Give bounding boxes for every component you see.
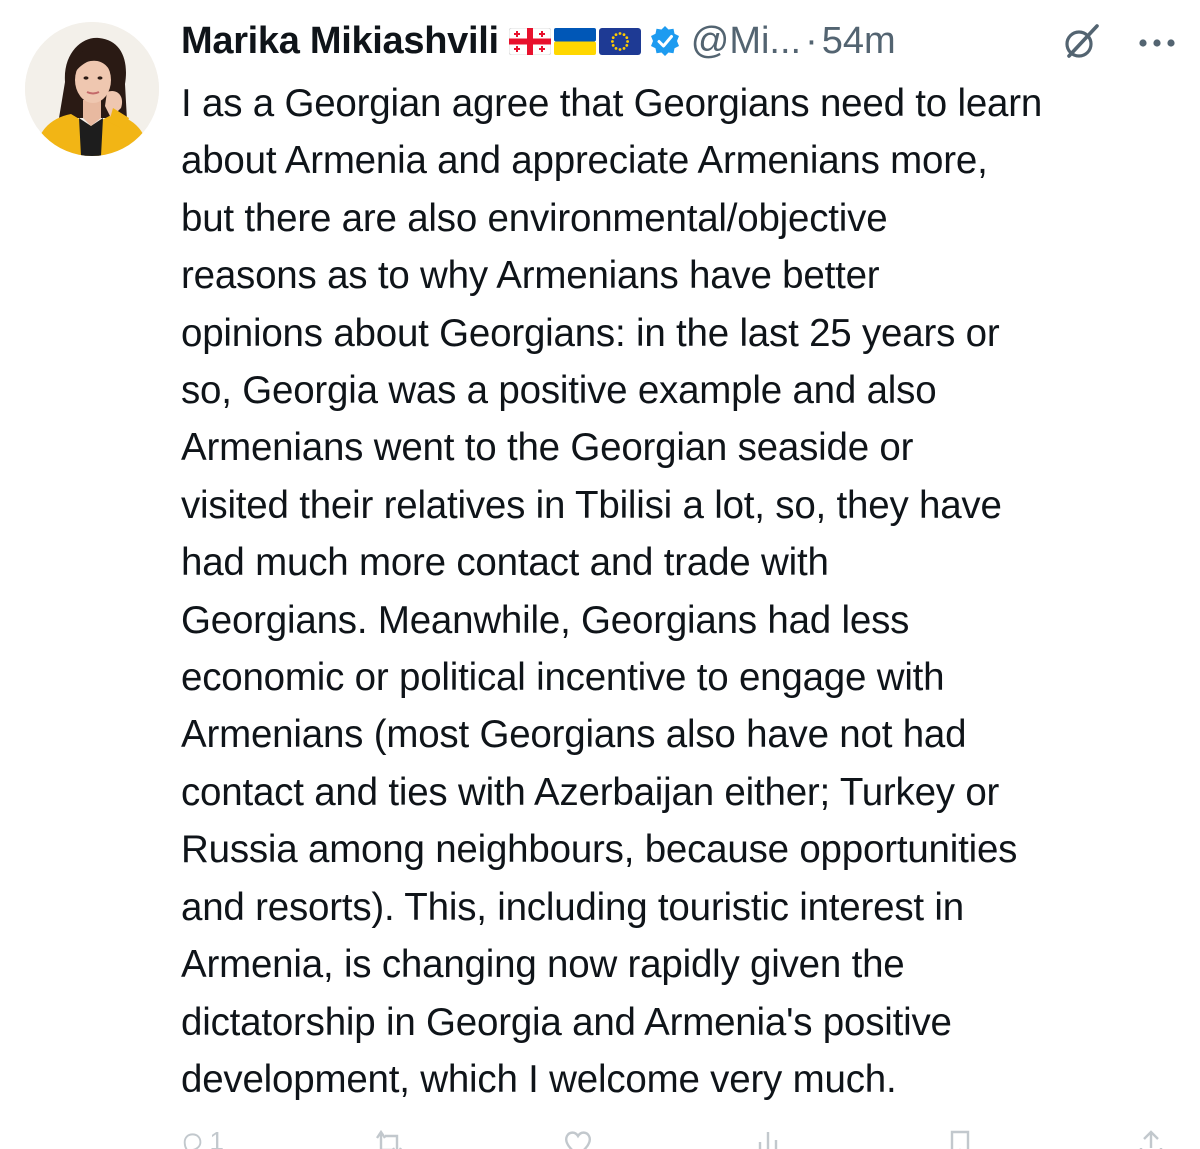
- verified-badge-icon: [650, 26, 679, 56]
- share-button[interactable]: [1136, 1128, 1180, 1149]
- grok-icon[interactable]: [1061, 22, 1101, 62]
- like-icon: [565, 1131, 592, 1149]
- flag-emojis: [508, 27, 641, 55]
- share-icon: [1139, 1130, 1163, 1149]
- avatar[interactable]: [25, 22, 159, 156]
- reply-button[interactable]: 1: [180, 1128, 224, 1149]
- post-text: I as a Georgian agree that Georgians nee…: [181, 82, 1043, 1101]
- author-handle[interactable]: @Mi...: [691, 20, 801, 63]
- avatar-image: [25, 22, 159, 156]
- action-bar: 1: [180, 1128, 1180, 1149]
- views-button[interactable]: [754, 1128, 798, 1149]
- bookmark-button[interactable]: [945, 1128, 989, 1149]
- tweet[interactable]: Marika Mikiashvili @Mi... · 54m I as a G…: [0, 0, 1200, 1149]
- eu-flag-icon: [598, 27, 641, 55]
- timestamp[interactable]: 54m: [822, 20, 896, 63]
- georgia-flag-icon: [508, 27, 551, 55]
- reply-icon: [183, 1133, 202, 1149]
- reply-count: 1: [209, 1126, 224, 1149]
- author-name[interactable]: Marika Mikiashvili: [181, 20, 499, 63]
- like-button[interactable]: [562, 1128, 606, 1149]
- ukraine-flag-icon: [553, 27, 596, 55]
- separator-dot: ·: [805, 19, 818, 62]
- bookmark-icon: [950, 1130, 969, 1149]
- repost-button[interactable]: [371, 1128, 415, 1149]
- more-options-icon[interactable]: [1135, 36, 1179, 50]
- views-icon: [758, 1132, 777, 1149]
- post-header: Marika Mikiashvili @Mi... · 54m: [181, 14, 1180, 68]
- repost-icon: [376, 1129, 403, 1149]
